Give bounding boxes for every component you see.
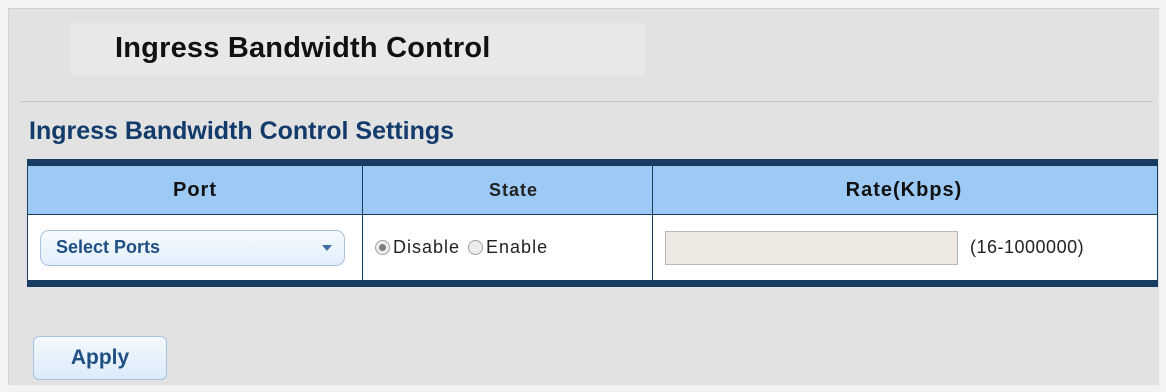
enable-radio[interactable] <box>468 240 484 255</box>
title-divider <box>20 101 1153 102</box>
port-column-header: Port <box>28 166 363 214</box>
apply-button[interactable]: Apply <box>33 336 167 380</box>
table-row: Select Ports Disable Enable (16-1000000) <box>28 214 1157 280</box>
enable-radio-label: Enable <box>486 237 549 257</box>
page-title: Ingress Bandwidth Control <box>115 32 491 64</box>
rate-range-hint: (16-1000000) <box>970 237 1085 257</box>
title-block: Ingress Bandwidth Control <box>70 23 645 75</box>
rate-cell: (16-1000000) <box>653 215 1155 280</box>
state-column-header: State <box>363 166 653 214</box>
caret-down-icon <box>322 244 332 251</box>
rate-column-header: Rate(Kbps) <box>845 178 963 201</box>
disable-radio[interactable] <box>375 240 390 255</box>
disable-radio-option[interactable]: Disable <box>375 237 460 258</box>
section-title: Ingress Bandwidth Control Settings <box>29 117 455 145</box>
state-cell: Disable Enable <box>363 215 653 280</box>
rate-input[interactable] <box>665 230 958 265</box>
select-ports-label: Select Ports <box>56 237 161 257</box>
port-cell: Select Ports <box>28 215 363 280</box>
table-header-row: Port State Rate(Kbps) <box>28 166 1157 214</box>
page-frame: Ingress Bandwidth Control Ingress Bandwi… <box>8 8 1159 385</box>
select-ports-dropdown[interactable]: Select Ports <box>40 229 345 266</box>
enable-radio-option[interactable]: Enable <box>468 237 548 258</box>
settings-table: Port State Rate(Kbps) Select Ports Disab… <box>27 159 1158 287</box>
disable-radio-label: Disable <box>393 237 461 257</box>
